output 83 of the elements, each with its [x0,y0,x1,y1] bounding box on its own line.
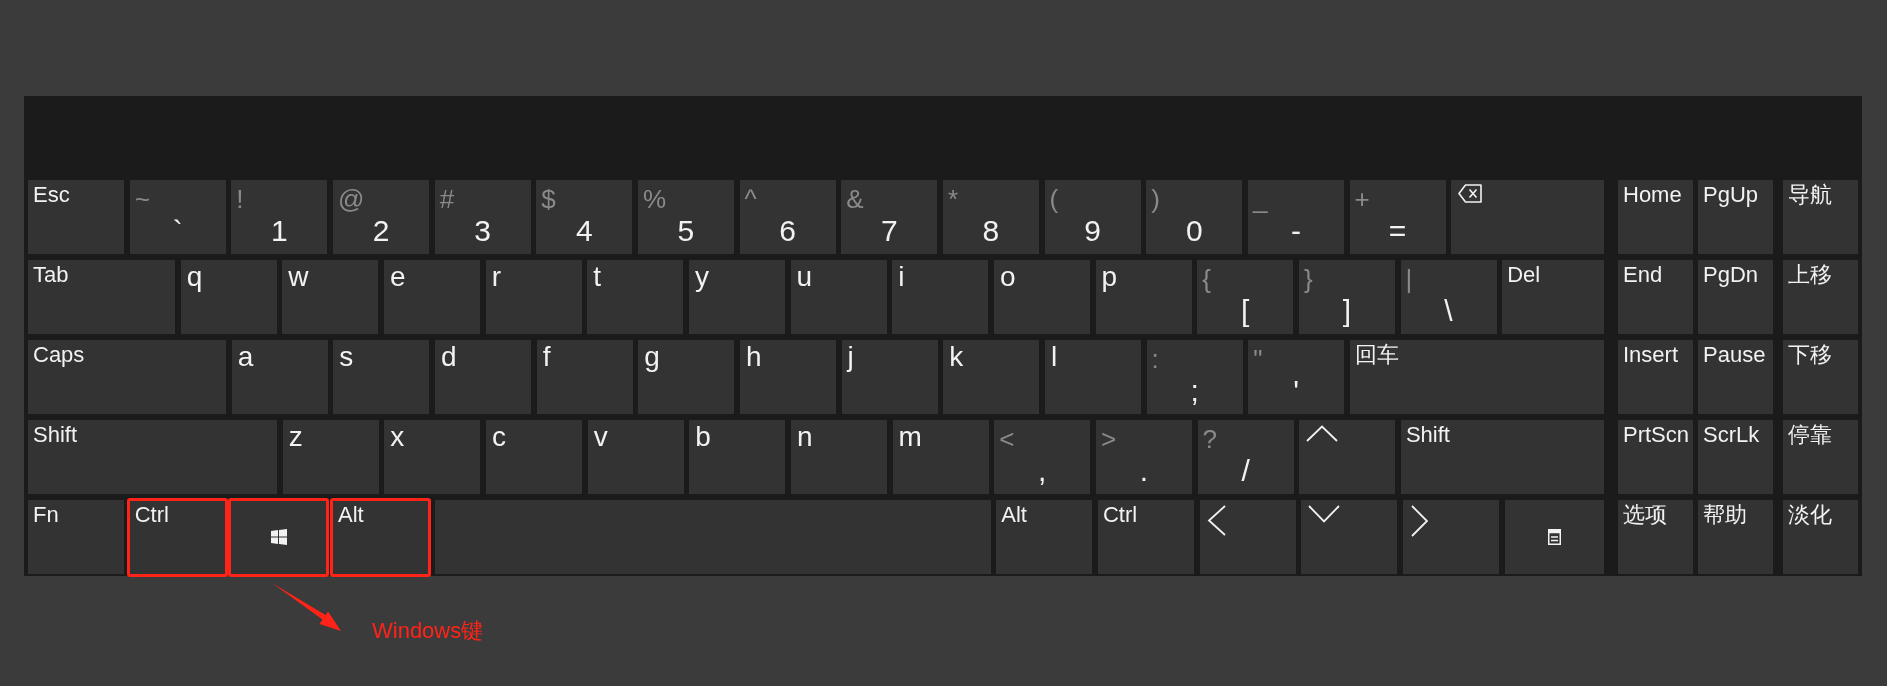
key[interactable]: Ctrl [1097,500,1194,574]
key[interactable]: Alt [996,500,1093,574]
key[interactable]: e [383,260,480,334]
key[interactable]: Shift [1400,420,1604,494]
key[interactable]: Ctrl [129,500,226,574]
key[interactable]: 停靠 [1783,420,1858,494]
key[interactable]: ) 0 [1146,180,1243,254]
key[interactable]: s [333,340,430,414]
key[interactable]: 淡化 [1783,500,1858,574]
key[interactable]: l [1044,340,1141,414]
key[interactable]: End [1618,260,1693,334]
key[interactable]: @ 2 [332,180,429,254]
key[interactable]: m [892,420,989,494]
key[interactable]: ( 9 [1044,180,1141,254]
key[interactable]: & 7 [841,180,938,254]
key[interactable]: p [1095,260,1192,334]
annotation-label: Windows键 [372,618,484,643]
key[interactable]: z [282,420,379,494]
key[interactable]: y [688,260,785,334]
key[interactable]: ^ 6 [739,180,836,254]
key[interactable]: < , [994,420,1091,494]
key[interactable]: b [689,420,786,494]
key[interactable]: t [587,260,684,334]
key[interactable]: % 5 [637,180,734,254]
backspace-icon [1458,184,1483,203]
key[interactable]: Fn [28,500,124,574]
key[interactable]: ! 1 [231,180,328,254]
key[interactable]: Caps [28,340,226,414]
key[interactable]: n [790,420,887,494]
key[interactable]: h [739,340,836,414]
key[interactable]: Shift [28,420,277,494]
key[interactable]: c [485,420,582,494]
key[interactable]: v [587,420,684,494]
key[interactable]: # 3 [434,180,531,254]
key[interactable]: 下移 [1783,340,1858,414]
key[interactable]: Home [1618,180,1693,254]
key[interactable]: j [841,340,938,414]
key[interactable]: d [434,340,531,414]
key[interactable]: Alt [332,500,429,574]
key[interactable]: ? / [1197,420,1294,494]
chevron-up-icon [1306,425,1339,442]
key[interactable]: Pause [1698,340,1773,414]
key[interactable]: 上移 [1783,260,1858,334]
key[interactable]: PgDn [1698,260,1773,334]
key[interactable]: q [180,260,277,334]
key[interactable]: x [384,420,481,494]
windows-logo-icon [271,529,288,545]
key[interactable]: g [638,340,735,414]
key[interactable]: f [536,340,633,414]
key[interactable]: { [ [1197,260,1294,334]
key[interactable]: r [485,260,582,334]
chevron-right-icon [1410,505,1428,537]
key[interactable]: 导航 [1783,180,1858,254]
key[interactable]: i [892,260,989,334]
key[interactable]: Esc [28,180,124,254]
key[interactable]: " ' [1248,340,1345,414]
key[interactable]: k [943,340,1040,414]
chevron-down-icon [1308,505,1341,523]
key[interactable]: 回车 [1349,340,1604,414]
key[interactable]: PgUp [1698,180,1773,254]
space-bar[interactable] [434,500,991,574]
key[interactable]: PrtScn [1618,420,1693,494]
key[interactable]: | \ [1400,260,1497,334]
key[interactable]: Del [1502,260,1604,334]
key[interactable]: w [282,260,379,334]
key[interactable]: $ 4 [536,180,633,254]
key[interactable]: Insert [1618,340,1693,414]
key[interactable]: 选项 [1618,500,1693,574]
key[interactable]: _ - [1247,180,1344,254]
key[interactable]: ScrLk [1698,420,1773,494]
key[interactable]: 帮助 [1698,500,1773,574]
key[interactable]: : ; [1146,340,1243,414]
menu-icon [1547,529,1561,545]
key[interactable]: a [231,340,328,414]
key[interactable]: u [790,260,887,334]
key[interactable]: + = [1349,180,1446,254]
key[interactable]: > . [1095,420,1192,494]
key[interactable]: Tab [28,260,175,334]
chevron-left-icon [1206,505,1226,536]
key[interactable]: ~ ` [129,180,226,254]
key[interactable]: } ] [1298,260,1395,334]
key[interactable]: o [993,260,1090,334]
key[interactable]: * 8 [942,180,1039,254]
